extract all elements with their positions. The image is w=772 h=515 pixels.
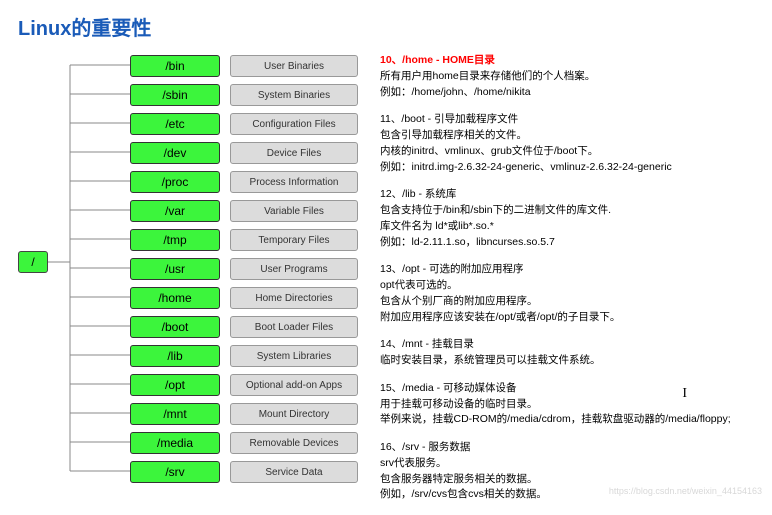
- dir-desc: Temporary Files: [230, 229, 358, 251]
- note-line: 附加应用程序应该安装在/opt/或者/opt/的子目录下。: [380, 310, 750, 326]
- note-line: 库文件名为 ld*或lib*.so.*: [380, 219, 750, 235]
- dir-desc: System Libraries: [230, 345, 358, 367]
- dir-desc: System Binaries: [230, 84, 358, 106]
- note-10: 10、/home - HOME目录 所有用户用home目录来存储他们的个人档案。…: [380, 53, 750, 100]
- note-line: opt代表可选的。: [380, 278, 750, 294]
- dir-box: /media: [130, 432, 220, 454]
- dir-row: /home Home Directories: [130, 286, 358, 310]
- note-line: 例如：ld-2.11.1.so，libncurses.so.5.7: [380, 235, 750, 251]
- note-13-heading: 13、/opt - 可选的附加应用程序: [380, 262, 750, 278]
- dir-desc: Boot Loader Files: [230, 316, 358, 338]
- dir-desc: Process Information: [230, 171, 358, 193]
- dir-desc: User Programs: [230, 258, 358, 280]
- note-14: 14、/mnt - 挂载目录 临时安装目录，系统管理员可以挂载文件系统。: [380, 337, 750, 369]
- note-11: 11、/boot - 引导加载程序文件 包含引导加载程序相关的文件。 内核的in…: [380, 112, 750, 175]
- dir-box: /bin: [130, 55, 220, 77]
- dir-box: /usr: [130, 258, 220, 280]
- dir-row: /mnt Mount Directory: [130, 402, 358, 426]
- note-line: 包含服务器特定服务相关的数据。: [380, 472, 750, 488]
- dir-desc: Optional add-on Apps: [230, 374, 358, 396]
- dir-box: /tmp: [130, 229, 220, 251]
- dir-desc: Mount Directory: [230, 403, 358, 425]
- note-line: 包含支持位于/bin和/sbin下的二进制文件的库文件.: [380, 203, 750, 219]
- watermark: https://blog.csdn.net/weixin_44154163: [609, 486, 762, 496]
- root-dir: /: [18, 251, 48, 273]
- dir-row: /bin User Binaries: [130, 54, 358, 78]
- dir-row: /opt Optional add-on Apps: [130, 373, 358, 397]
- dir-row: /etc Configuration Files: [130, 112, 358, 136]
- dir-box: /mnt: [130, 403, 220, 425]
- note-14-heading: 14、/mnt - 挂载目录: [380, 337, 750, 353]
- content-area: / /binUser Binaries/sbinSystem Binaries/…: [0, 51, 772, 515]
- dir-desc: Service Data: [230, 461, 358, 483]
- dir-box: /var: [130, 200, 220, 222]
- note-16-heading: 16、/srv - 服务数据: [380, 440, 750, 456]
- dir-row: /dev Device Files: [130, 141, 358, 165]
- dir-desc: Configuration Files: [230, 113, 358, 135]
- note-12: 12、/lib - 系统库 包含支持位于/bin和/sbin下的二进制文件的库文…: [380, 187, 750, 250]
- dir-row: /sbin System Binaries: [130, 83, 358, 107]
- note-line: 临时安装目录，系统管理员可以挂载文件系统。: [380, 353, 750, 369]
- note-15: 15、/media - 可移动媒体设备 用于挂载可移动设备的临时目录。 举例来说…: [380, 381, 750, 428]
- note-line: 用于挂载可移动设备的临时目录。: [380, 397, 750, 413]
- dir-desc: User Binaries: [230, 55, 358, 77]
- dir-row: /lib System Libraries: [130, 344, 358, 368]
- note-10-heading: 10、/home - HOME目录: [380, 53, 750, 69]
- dir-desc: Device Files: [230, 142, 358, 164]
- note-line: 例如：initrd.img-2.6.32-24-generic、vmlinuz-…: [380, 160, 750, 176]
- dir-desc: Home Directories: [230, 287, 358, 309]
- filesystem-diagram: / /binUser Binaries/sbinSystem Binaries/…: [10, 51, 380, 491]
- note-line: 内核的initrd、vmlinux、grub文件位于/boot下。: [380, 144, 750, 160]
- dir-row: /srv Service Data: [130, 460, 358, 484]
- dir-box: /sbin: [130, 84, 220, 106]
- dir-row: /var Variable Files: [130, 199, 358, 223]
- text-cursor-icon: I: [682, 386, 687, 402]
- note-line: 举例来说，挂载CD-ROM的/media/cdrom，挂载软盘驱动器的/medi…: [380, 412, 750, 428]
- note-11-heading: 11、/boot - 引导加载程序文件: [380, 112, 750, 128]
- dir-box: /home: [130, 287, 220, 309]
- note-line: 包含引导加载程序相关的文件。: [380, 128, 750, 144]
- dir-box: /etc: [130, 113, 220, 135]
- note-15-heading: 15、/media - 可移动媒体设备: [380, 381, 750, 397]
- note-line: srv代表服务。: [380, 456, 750, 472]
- dir-box: /lib: [130, 345, 220, 367]
- dir-box: /dev: [130, 142, 220, 164]
- page-title: Linux的重要性: [0, 0, 772, 51]
- dir-desc: Variable Files: [230, 200, 358, 222]
- dir-row: /boot Boot Loader Files: [130, 315, 358, 339]
- dir-desc: Removable Devices: [230, 432, 358, 454]
- note-line: 包含从个别厂商的附加应用程序。: [380, 294, 750, 310]
- description-column: 10、/home - HOME目录 所有用户用home目录来存储他们的个人档案。…: [380, 51, 750, 515]
- dir-box: /proc: [130, 171, 220, 193]
- dir-row: /media Removable Devices: [130, 431, 358, 455]
- note-12-heading: 12、/lib - 系统库: [380, 187, 750, 203]
- note-13: 13、/opt - 可选的附加应用程序 opt代表可选的。 包含从个别厂商的附加…: [380, 262, 750, 325]
- dir-box: /opt: [130, 374, 220, 396]
- dir-box: /boot: [130, 316, 220, 338]
- note-line: 例如：/home/john、/home/nikita: [380, 85, 750, 101]
- dir-row: /tmp Temporary Files: [130, 228, 358, 252]
- dir-box: /srv: [130, 461, 220, 483]
- note-line: 所有用户用home目录来存储他们的个人档案。: [380, 69, 750, 85]
- dir-row: /proc Process Information: [130, 170, 358, 194]
- dir-row: /usr User Programs: [130, 257, 358, 281]
